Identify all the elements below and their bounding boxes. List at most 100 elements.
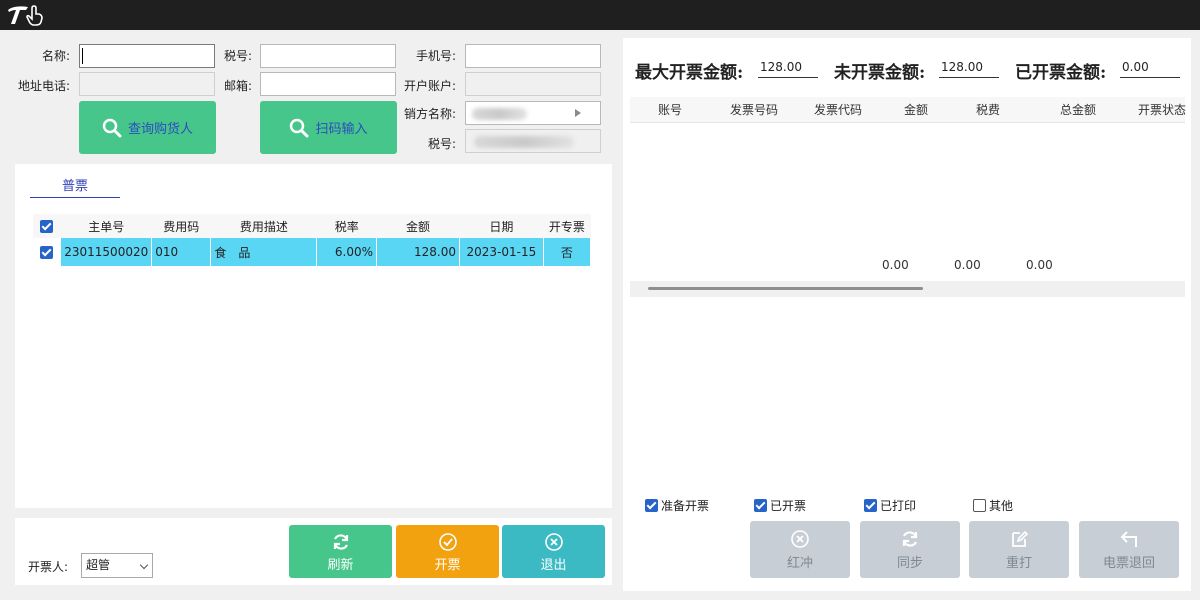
max-amount-label: 最大开票金额: <box>635 63 744 83</box>
refresh-button[interactable]: 刷新 <box>289 525 392 578</box>
red-reverse-label: 红冲 <box>786 556 813 571</box>
scan-input-label: 扫码输入 <box>315 122 368 137</box>
tax-input[interactable] <box>260 44 396 68</box>
filter-printed[interactable]: 已打印 <box>864 497 916 514</box>
account-label: 开户账户: <box>403 79 456 93</box>
reprint-label: 重打 <box>1005 556 1032 571</box>
issuer-select[interactable]: 超管 <box>81 553 153 578</box>
filter-printed-checkbox[interactable] <box>864 499 877 512</box>
triangle-right-icon <box>575 109 581 117</box>
col-fee-code: 费用码 <box>151 214 211 238</box>
phone-input[interactable] <box>465 44 601 68</box>
search-icon <box>102 118 122 137</box>
sync-button[interactable]: 同步 <box>860 521 960 578</box>
filter-printed-label: 已打印 <box>880 499 917 513</box>
filter-other[interactable]: 其他 <box>973 497 1013 514</box>
filter-ready-checkbox[interactable] <box>645 499 658 512</box>
name-input[interactable] <box>79 44 215 68</box>
row-checkbox[interactable] <box>40 246 54 259</box>
redacted-text <box>472 108 527 120</box>
sync-label: 同步 <box>896 556 923 571</box>
col-order-no: 主单号 <box>60 214 152 238</box>
e-invoice-return-button[interactable]: 电票退回 <box>1079 521 1179 578</box>
total-amount: 0.00 <box>882 258 909 272</box>
col-amount: 金额 <box>904 103 929 117</box>
total-tax: 0.00 <box>954 258 981 272</box>
col-invoice-no: 发票号码 <box>730 103 779 117</box>
col-tax: 税费 <box>976 103 1001 117</box>
close-circle-icon <box>791 530 809 548</box>
issued-amount-value: 0.00 <box>1120 60 1180 78</box>
select-all-cell[interactable] <box>33 214 61 238</box>
col-status: 开票状态 <box>1138 103 1187 117</box>
seller-tax-input[interactable] <box>465 129 601 153</box>
address-input[interactable] <box>79 72 215 96</box>
reprint-button[interactable]: 重打 <box>969 521 1069 578</box>
horizontal-scrollbar[interactable] <box>630 281 1185 297</box>
seller-label: 销方名称: <box>403 107 456 121</box>
filter-ready-label: 准备开票 <box>661 499 710 513</box>
filter-other-checkbox[interactable] <box>973 499 986 512</box>
query-buyer-button[interactable]: 查询购货人 <box>79 101 216 154</box>
red-reverse-button[interactable]: 红冲 <box>750 521 850 578</box>
phone-label: 手机号: <box>415 49 456 63</box>
filter-other-label: 其他 <box>989 499 1014 513</box>
email-input[interactable] <box>260 72 396 96</box>
cell-fee-desc: 食 品 <box>210 238 318 266</box>
refresh-icon <box>333 534 348 550</box>
account-input[interactable] <box>465 72 601 96</box>
title-bar <box>0 0 1200 30</box>
check-circle-icon <box>438 533 457 551</box>
cell-date: 2023-01-15 <box>459 238 544 266</box>
filter-issued[interactable]: 已开票 <box>754 497 806 514</box>
cell-order-no: 23011500020 <box>60 238 153 266</box>
row-select-cell[interactable] <box>33 238 62 266</box>
unissued-amount-value: 128.00 <box>939 60 999 78</box>
refresh-label: 刷新 <box>327 558 354 573</box>
col-account: 账号 <box>658 103 683 117</box>
max-amount-value: 128.00 <box>758 60 818 78</box>
seller-tax-label: 税号: <box>427 137 456 151</box>
exit-button[interactable]: 退出 <box>502 525 605 578</box>
col-special: 开专票 <box>543 214 591 238</box>
unissued-amount-label: 未开票金额: <box>834 63 926 83</box>
address-label: 地址电话: <box>17 79 70 93</box>
col-tax-rate: 税率 <box>316 214 377 238</box>
cell-fee-code: 010 <box>151 238 212 266</box>
col-date: 日期 <box>459 214 544 238</box>
close-circle-icon <box>544 533 563 551</box>
issued-amount-label: 已开票金额: <box>1015 63 1107 83</box>
text-caret <box>82 48 83 64</box>
chevron-down-icon <box>139 560 149 570</box>
search-icon <box>290 118 309 137</box>
seller-select[interactable] <box>465 101 601 125</box>
e-invoice-return-label: 电票退回 <box>1102 556 1155 571</box>
select-all-checkbox[interactable] <box>40 220 54 233</box>
filter-issued-checkbox[interactable] <box>754 499 767 512</box>
table-row[interactable]: 23011500020 010 食 品 6.00% 128.00 2023-01… <box>33 238 592 266</box>
cell-amount: 128.00 <box>376 238 461 266</box>
issuer-value: 超管 <box>86 558 111 572</box>
cell-tax-rate: 6.00% <box>316 238 378 266</box>
scrollbar-thumb[interactable] <box>648 287 923 290</box>
app-logo-icon <box>8 5 43 26</box>
filter-issued-label: 已开票 <box>770 499 807 513</box>
tab-normal-invoice[interactable]: 普票 <box>30 178 120 198</box>
cell-special: 否 <box>543 238 592 266</box>
issue-invoice-button[interactable]: 开票 <box>396 525 499 578</box>
name-label: 名称: <box>41 49 70 63</box>
col-total: 总金额 <box>1060 103 1097 117</box>
issue-invoice-label: 开票 <box>434 558 461 573</box>
redacted-text <box>474 136 574 148</box>
col-fee-desc: 费用描述 <box>210 214 317 238</box>
filter-ready[interactable]: 准备开票 <box>645 497 709 514</box>
table-header-row: 主单号 费用码 费用描述 税率 金额 日期 开专票 <box>33 214 591 238</box>
scan-input-button[interactable]: 扫码输入 <box>260 101 397 154</box>
tax-label: 税号: <box>223 49 252 63</box>
issuer-label: 开票人: <box>28 560 69 574</box>
return-arrow-icon <box>1120 531 1137 547</box>
exit-label: 退出 <box>540 558 567 573</box>
col-invoice-code: 发票代码 <box>814 103 863 117</box>
refresh-icon <box>902 531 918 547</box>
edit-icon <box>1012 530 1029 547</box>
